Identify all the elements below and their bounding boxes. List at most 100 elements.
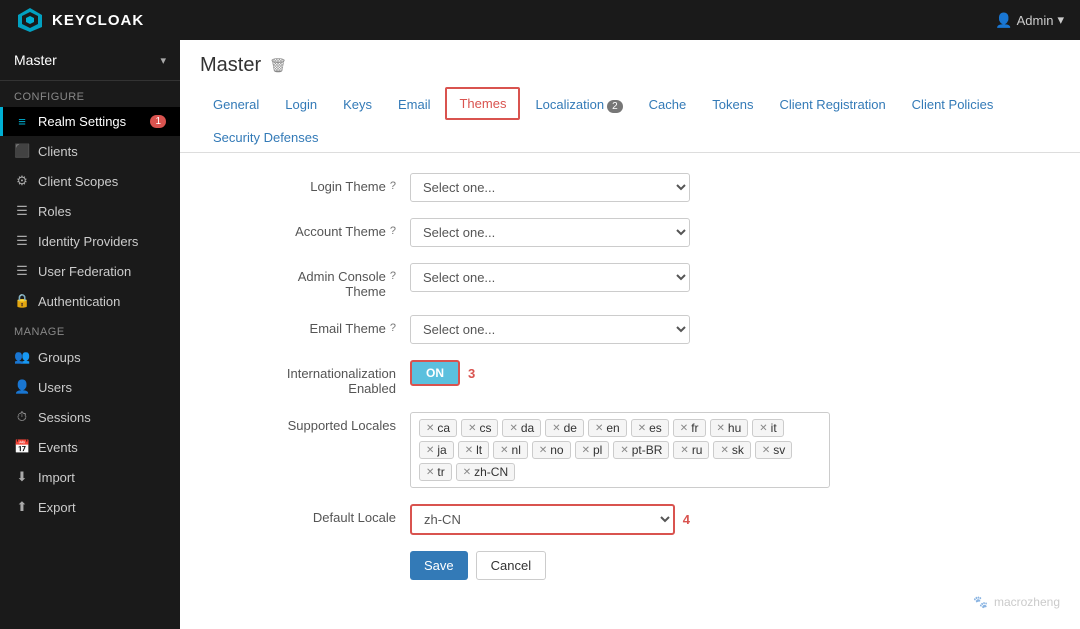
cancel-button[interactable]: Cancel xyxy=(476,551,546,580)
locale-en: ✕ en xyxy=(588,419,627,437)
locale-nl: ✕ nl xyxy=(493,441,528,459)
remove-tr-icon[interactable]: ✕ xyxy=(426,467,434,478)
sidebar-item-label: Authentication xyxy=(38,294,120,309)
default-locale-row: Default Locale cacsdade enesfrhu itjaltn… xyxy=(210,504,1050,535)
action-row: Save Cancel xyxy=(210,551,1050,580)
remove-cs-icon[interactable]: ✕ xyxy=(468,423,476,434)
sidebar-item-label: Export xyxy=(38,500,76,515)
remove-no-icon[interactable]: ✕ xyxy=(539,445,547,456)
locale-ca: ✕ ca xyxy=(419,419,457,437)
locale-de: ✕ de xyxy=(545,419,584,437)
sidebar-item-sessions[interactable]: ⏱ Sessions xyxy=(0,402,180,432)
page-title: Master xyxy=(200,54,261,77)
supported-locales-row: Supported Locales ✕ ca ✕ cs ✕ da ✕ de ✕ … xyxy=(210,412,1050,488)
email-theme-help-icon[interactable]: ? xyxy=(390,322,396,334)
remove-sv-icon[interactable]: ✕ xyxy=(762,445,770,456)
default-locale-select[interactable]: cacsdade enesfrhu itjaltnl noplpt-BRru s… xyxy=(410,504,675,535)
remove-ca-icon[interactable]: ✕ xyxy=(426,423,434,434)
remove-pt-br-icon[interactable]: ✕ xyxy=(620,445,628,456)
login-theme-select[interactable]: Select one... keycloak rh-sso xyxy=(410,173,690,202)
tab-cache[interactable]: Cache xyxy=(636,89,700,120)
sidebar-item-identity-providers[interactable]: ☰ Identity Providers xyxy=(0,226,180,256)
sidebar-item-user-federation[interactable]: ☰ User Federation xyxy=(0,256,180,286)
realm-settings-badge: 1 xyxy=(150,115,166,128)
internationalization-row: Internationalization Enabled ON 3 xyxy=(210,360,1050,396)
sidebar-item-export[interactable]: ⬆ Export xyxy=(0,492,180,522)
remove-zh-cn-icon[interactable]: ✕ xyxy=(463,467,471,478)
sidebar-item-label: Clients xyxy=(38,144,78,159)
remove-hu-icon[interactable]: ✕ xyxy=(717,423,725,434)
sidebar-item-events[interactable]: 📅 Events xyxy=(0,432,180,462)
toggle-container: ON 3 xyxy=(410,360,690,386)
tab-tokens[interactable]: Tokens xyxy=(699,89,766,120)
remove-en-icon[interactable]: ✕ xyxy=(595,423,603,434)
realm-chevron-icon: ▾ xyxy=(160,54,166,67)
sidebar-item-label: Identity Providers xyxy=(38,234,138,249)
sidebar-item-roles[interactable]: ☰ Roles xyxy=(0,196,180,226)
login-theme-help-icon[interactable]: ? xyxy=(390,180,396,192)
remove-lt-icon[interactable]: ✕ xyxy=(465,445,473,456)
account-theme-select[interactable]: Select one... keycloak rh-sso xyxy=(410,218,690,247)
account-theme-help-icon[interactable]: ? xyxy=(390,225,396,237)
internationalization-label: Internationalization Enabled xyxy=(210,360,410,396)
remove-ja-icon[interactable]: ✕ xyxy=(426,445,434,456)
login-theme-row: Login Theme ? Select one... keycloak rh-… xyxy=(210,173,1050,202)
locale-cs: ✕ cs xyxy=(461,419,498,437)
admin-console-theme-label: Admin Console Theme ? xyxy=(210,263,410,299)
remove-nl-icon[interactable]: ✕ xyxy=(500,445,508,456)
remove-fr-icon[interactable]: ✕ xyxy=(680,423,688,434)
tab-login[interactable]: Login xyxy=(272,89,330,120)
account-theme-label: Account Theme ? xyxy=(210,218,410,239)
tab-localization[interactable]: Localization2 xyxy=(522,89,635,120)
save-button[interactable]: Save xyxy=(410,551,468,580)
sidebar-item-clients[interactable]: ⬛ Clients xyxy=(0,136,180,166)
admin-console-theme-help-icon[interactable]: ? xyxy=(390,270,396,282)
email-theme-control: Select one... keycloak rh-sso xyxy=(410,315,690,344)
users-icon: 👤 xyxy=(14,379,30,395)
remove-ru-icon[interactable]: ✕ xyxy=(680,445,688,456)
remove-da-icon[interactable]: ✕ xyxy=(509,423,517,434)
locale-sk: ✕ sk xyxy=(713,441,750,459)
tab-client-registration[interactable]: Client Registration xyxy=(766,89,898,120)
configure-label: Configure xyxy=(0,81,180,107)
remove-pl-icon[interactable]: ✕ xyxy=(582,445,590,456)
internationalization-toggle[interactable]: ON xyxy=(410,360,460,386)
admin-console-theme-select[interactable]: Select one... keycloak rh-sso xyxy=(410,263,690,292)
events-icon: 📅 xyxy=(14,439,30,455)
tabs-bar: General Login Keys Email Themes Localiza… xyxy=(180,77,1080,153)
locale-lt: ✕ lt xyxy=(458,441,489,459)
tab-general[interactable]: General xyxy=(200,89,272,120)
sidebar-item-realm-settings[interactable]: ≡ Realm Settings 1 xyxy=(0,107,180,136)
sidebar-item-groups[interactable]: 👥 Groups xyxy=(0,342,180,372)
tab-themes[interactable]: Themes xyxy=(445,87,520,120)
admin-menu[interactable]: 👤 Admin ▾ xyxy=(995,12,1064,29)
top-nav: KEYCLOAK 👤 Admin ▾ xyxy=(0,0,1080,40)
locale-es: ✕ es xyxy=(631,419,669,437)
sidebar-item-import[interactable]: ⬇ Import xyxy=(0,462,180,492)
annotation-4: 4 xyxy=(683,512,690,527)
remove-it-icon[interactable]: ✕ xyxy=(759,423,767,434)
authentication-icon: 🔒 xyxy=(14,293,30,309)
tab-keys[interactable]: Keys xyxy=(330,89,385,120)
sidebar-item-label: Users xyxy=(38,380,72,395)
sidebar-item-authentication[interactable]: 🔒 Authentication xyxy=(0,286,180,316)
remove-de-icon[interactable]: ✕ xyxy=(552,423,560,434)
sidebar-item-users[interactable]: 👤 Users xyxy=(0,372,180,402)
sidebar-item-client-scopes[interactable]: ⚙ Client Scopes xyxy=(0,166,180,196)
tab-client-policies[interactable]: Client Policies xyxy=(899,89,1007,120)
tab-security-defenses[interactable]: Security Defenses xyxy=(200,122,332,153)
manage-label: Manage xyxy=(0,316,180,342)
sidebar-realm[interactable]: Master ▾ xyxy=(0,40,180,81)
annotation-3: 3 xyxy=(468,366,475,381)
remove-es-icon[interactable]: ✕ xyxy=(638,423,646,434)
locale-tr: ✕ tr xyxy=(419,463,452,481)
delete-realm-icon[interactable]: 🗑 xyxy=(269,57,287,74)
email-theme-select[interactable]: Select one... keycloak rh-sso xyxy=(410,315,690,344)
sidebar-item-label: Realm Settings xyxy=(38,114,126,129)
tab-email[interactable]: Email xyxy=(385,89,444,120)
sidebar: Master ▾ Configure ≡ Realm Settings 1 ⬛ … xyxy=(0,40,180,629)
remove-sk-icon[interactable]: ✕ xyxy=(720,445,728,456)
content-area: Master 🗑 General Login Keys Email Themes… xyxy=(180,40,1080,629)
locale-hu: ✕ hu xyxy=(710,419,749,437)
realm-name: Master xyxy=(14,52,57,68)
